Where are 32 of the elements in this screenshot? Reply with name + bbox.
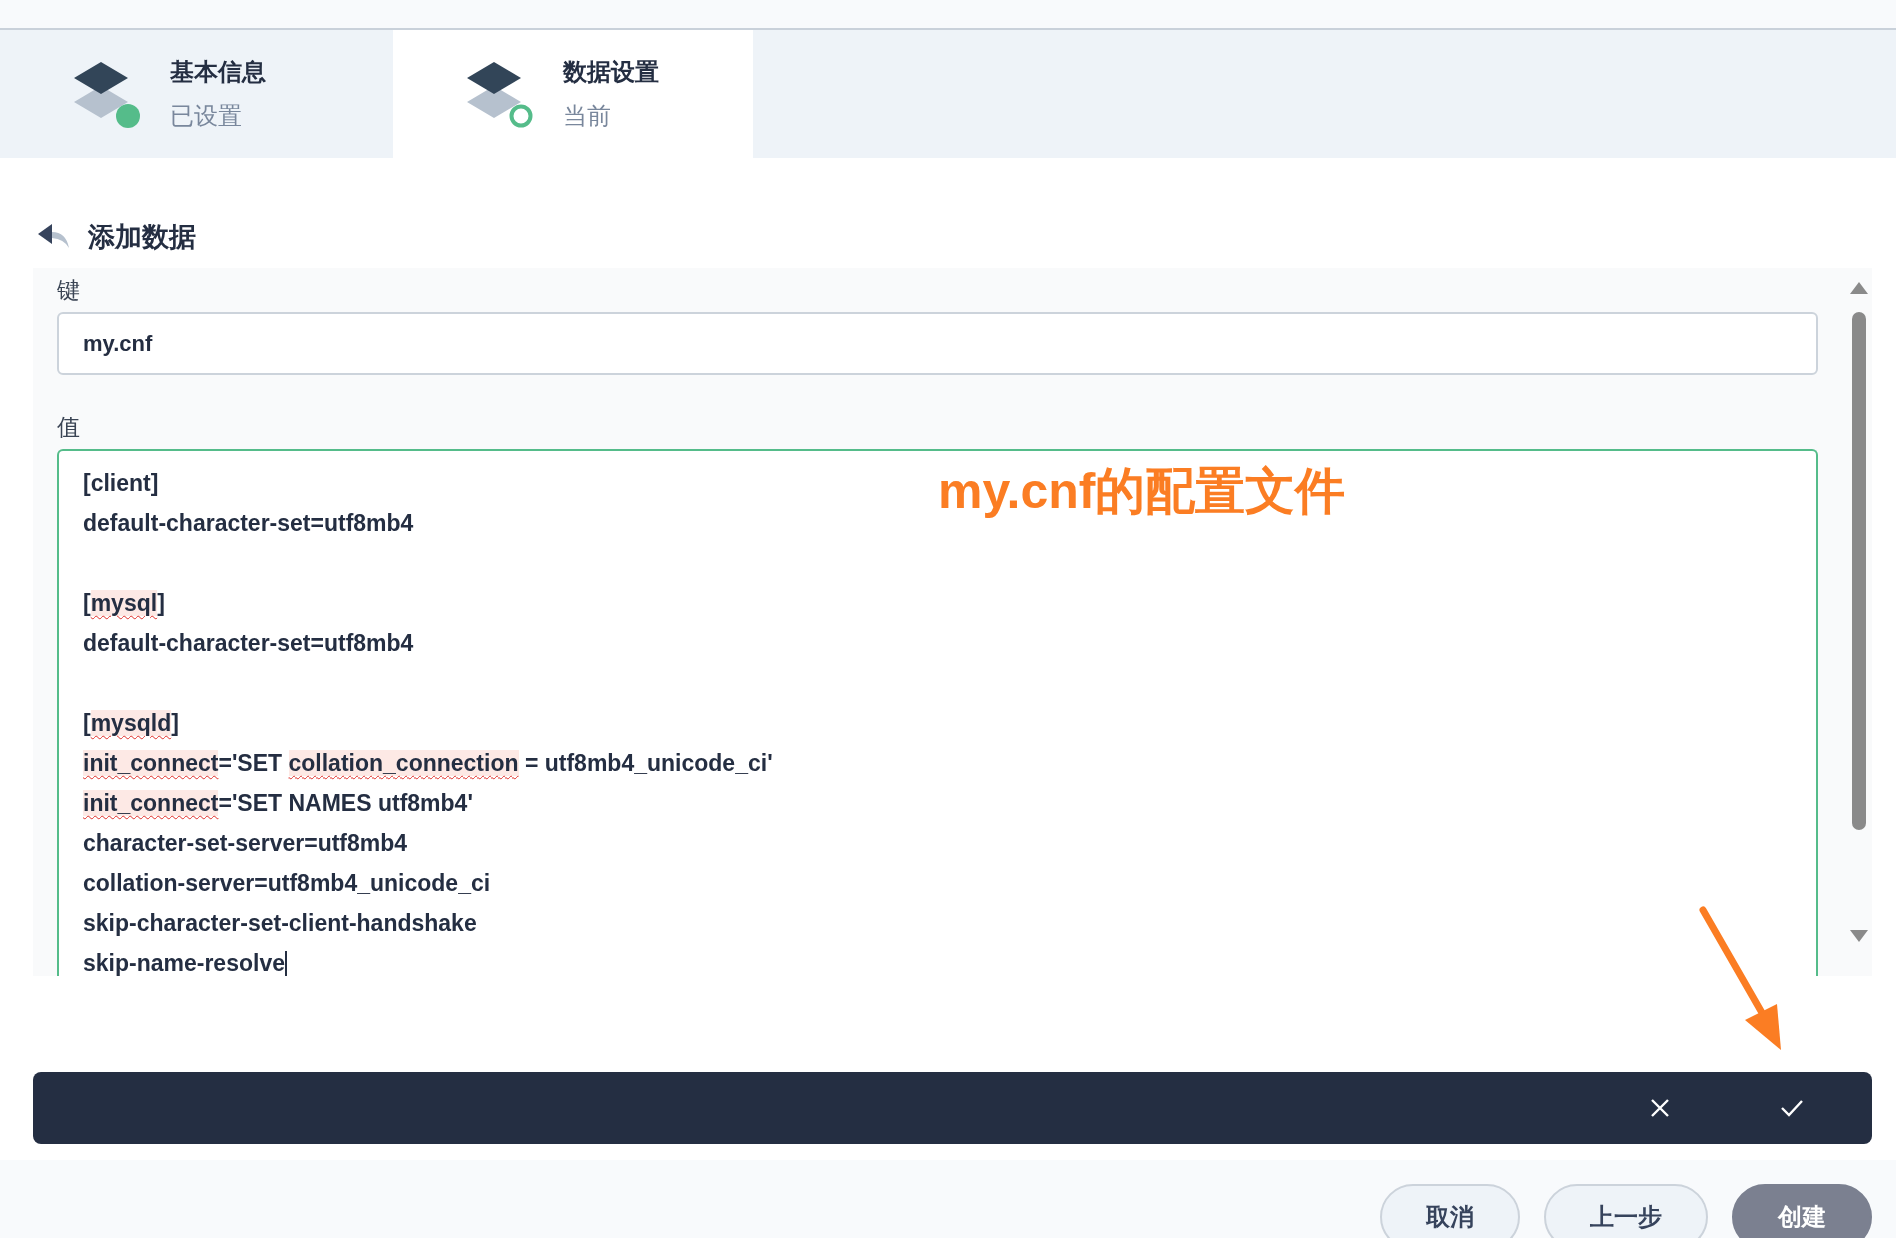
code-line: [mysql] <box>83 589 165 618</box>
scroll-down-icon[interactable] <box>1850 930 1868 942</box>
code-line: init_connect='SET NAMES utf8mb4' <box>83 789 473 818</box>
code-line: init_connect='SET collation_connection = utf8mb4_unicode_ci' <box>83 749 773 778</box>
footer-button[interactable]: 取消 <box>1380 1184 1520 1238</box>
code-line: [mysqld] <box>83 709 179 738</box>
step-tab[interactable]: 数据设置 当前 <box>393 30 753 158</box>
create-button[interactable]: 创建 <box>1732 1184 1872 1238</box>
code-line: default-character-set=utf8mb4 <box>83 509 414 538</box>
step-title: 基本信息 <box>170 57 266 87</box>
value-text-area[interactable] <box>57 449 1818 976</box>
step-tab[interactable]: 基本信息 已设置 <box>0 30 393 158</box>
code-line: default-character-set=utf8mb4 <box>83 629 414 658</box>
close-icon[interactable] <box>1650 1098 1670 1118</box>
step-title: 数据设置 <box>563 57 659 87</box>
back-icon[interactable] <box>38 224 70 250</box>
key-input-field[interactable]: my.cnf <box>57 312 1818 375</box>
annotation-text: my.cnf的配置文件 <box>938 462 1346 521</box>
field-label: 键 <box>57 275 81 305</box>
scrollbar-thumb[interactable] <box>1852 312 1866 830</box>
footer-button[interactable]: 上一步 <box>1544 1184 1708 1238</box>
field-label: 值 <box>57 412 81 442</box>
code-line: [client] <box>83 469 159 498</box>
section-title: 添加数据 <box>88 220 196 254</box>
check-icon[interactable] <box>1780 1099 1804 1117</box>
code-line: skip-character-set-client-handshake <box>83 909 477 938</box>
step-status: 当前 <box>563 101 612 131</box>
code-line: character-set-server=utf8mb4 <box>83 829 408 858</box>
scroll-up-icon[interactable] <box>1850 282 1868 294</box>
code-line: collation-server=utf8mb4_unicode_ci <box>83 869 491 898</box>
code-line: skip-name-resolve <box>83 949 287 976</box>
step-status: 已设置 <box>170 101 243 131</box>
